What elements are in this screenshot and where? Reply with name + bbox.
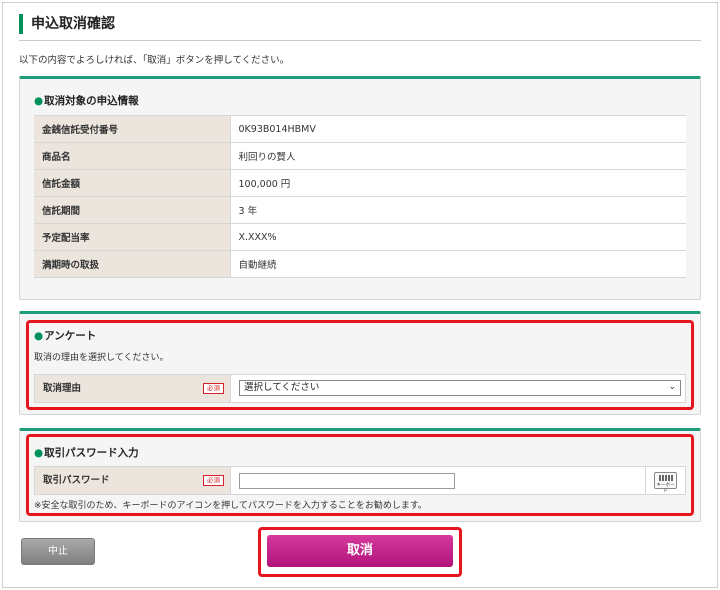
table-row: 商品名 利回りの賢人 [34,142,686,170]
target-info-heading-text: 取消対象の申込情報 [44,95,139,107]
row-value: 100,000 円 [230,169,686,197]
row-label: 金銭信託受付番号 [34,115,231,143]
table-row: 金銭信託受付番号 0K93B014HBMV [34,115,686,143]
row-label: 満期時の取扱 [34,250,231,278]
stop-button[interactable]: 中止 [21,538,95,565]
row-value: 0K93B014HBMV [230,115,686,143]
row-label: 予定配当率 [34,223,231,251]
table-row: 予定配当率 X.XXX% [34,223,686,251]
table-row: 満期時の取扱 自動継続 [34,250,686,278]
row-value: 利回りの賢人 [230,142,686,170]
title-divider [19,40,701,41]
password-highlight-frame [26,434,694,516]
row-label: 信託金額 [34,169,231,197]
target-info-table: 金銭信託受付番号 0K93B014HBMV 商品名 利回りの賢人 信託金額 10… [34,115,686,278]
row-label: 商品名 [34,142,231,170]
row-value: X.XXX% [230,223,686,251]
intro-text: 以下の内容でよろしければ、「取消」ボタンを押してください。 [19,55,290,66]
table-row: 信託期間 3 年 [34,196,686,224]
target-info-heading: ●取消対象の申込情報 [34,93,139,108]
survey-highlight-frame [26,320,694,410]
table-row: 信託金額 100,000 円 [34,169,686,197]
bullet-icon: ● [34,95,44,107]
row-value: 自動継続 [230,250,686,278]
target-info-panel: ●取消対象の申込情報 金銭信託受付番号 0K93B014HBMV 商品名 利回り… [19,76,701,300]
row-value: 3 年 [230,196,686,224]
page-title: 申込取消確認 [19,14,115,34]
cancel-button[interactable]: 取消 [267,535,453,567]
row-label: 信託期間 [34,196,231,224]
